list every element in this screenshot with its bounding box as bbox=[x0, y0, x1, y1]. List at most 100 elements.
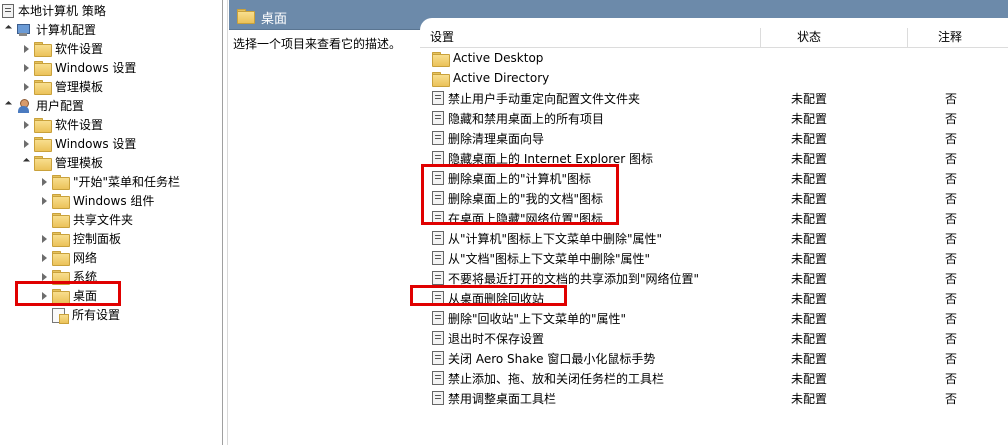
tree-item-desktop[interactable]: 桌面 bbox=[38, 286, 97, 305]
setting-state: 未配置 bbox=[791, 371, 828, 386]
folder-icon bbox=[52, 232, 70, 247]
folder-row[interactable]: Active Directory bbox=[420, 68, 1008, 88]
policy-row[interactable]: 删除"回收站"上下文菜单的"属性" 未配置 否 bbox=[420, 308, 1008, 328]
tree-item-cc-software[interactable]: 软件设置 bbox=[20, 39, 103, 58]
policy-row[interactable]: 从桌面删除回收站 未配置 否 bbox=[420, 288, 1008, 308]
policy-row[interactable]: 禁止用户手动重定向配置文件文件夹 未配置 否 bbox=[420, 88, 1008, 108]
setting-name: 在桌面上隐藏"网络位置"图标 bbox=[448, 211, 604, 226]
tree-label: 共享文件夹 bbox=[73, 213, 134, 227]
tree-label: Windows 设置 bbox=[55, 61, 137, 75]
setting-comment: 否 bbox=[945, 391, 958, 406]
tree-item-uc-windows[interactable]: Windows 设置 bbox=[20, 134, 136, 153]
navigation-tree: 本地计算机 策略 计算机配置 软件设置 Windows 设置 管理模板 用户配置… bbox=[0, 0, 222, 445]
folder-icon bbox=[34, 118, 52, 133]
policy-setting-icon bbox=[432, 91, 444, 105]
description-text: 选择一个项目来查看它的描述。 bbox=[233, 37, 402, 51]
tree-label: 用户配置 bbox=[36, 99, 85, 113]
computer-icon bbox=[16, 23, 32, 37]
policy-row[interactable]: 从"文档"图标上下文菜单中删除"属性" 未配置 否 bbox=[420, 248, 1008, 268]
policy-row[interactable]: 禁止添加、拖、放和关闭任务栏的工具栏 未配置 否 bbox=[420, 368, 1008, 388]
policy-row[interactable]: 不要将最近打开的文档的共享添加到"网络位置" 未配置 否 bbox=[420, 268, 1008, 288]
policy-row[interactable]: 隐藏桌面上的 Internet Explorer 图标 未配置 否 bbox=[420, 148, 1008, 168]
setting-name: 删除桌面上的"我的文档"图标 bbox=[448, 191, 604, 206]
policy-setting-icon bbox=[432, 291, 444, 305]
policy-setting-icon bbox=[432, 251, 444, 265]
column-header-state[interactable]: 状态 bbox=[761, 28, 908, 48]
policy-row[interactable]: 在桌面上隐藏"网络位置"图标 未配置 否 bbox=[420, 208, 1008, 228]
folder-icon bbox=[34, 80, 52, 95]
setting-name: 关闭 Aero Shake 窗口最小化鼠标手势 bbox=[448, 351, 656, 366]
setting-state: 未配置 bbox=[791, 191, 828, 206]
setting-state: 未配置 bbox=[791, 111, 828, 126]
setting-state: 未配置 bbox=[791, 231, 828, 246]
setting-state: 未配置 bbox=[791, 331, 828, 346]
tree-item-windows-components[interactable]: Windows 组件 bbox=[38, 191, 154, 210]
tree-item-control-panel[interactable]: 控制面板 bbox=[38, 229, 121, 248]
collapse-arrow-icon[interactable] bbox=[20, 153, 32, 172]
policy-row[interactable]: 关闭 Aero Shake 窗口最小化鼠标手势 未配置 否 bbox=[420, 348, 1008, 368]
tree-item-all-settings[interactable]: 所有设置 bbox=[38, 305, 120, 324]
policy-row[interactable]: 退出时不保存设置 未配置 否 bbox=[420, 328, 1008, 348]
pane-splitter[interactable] bbox=[222, 0, 228, 445]
policy-setting-icon bbox=[432, 131, 444, 145]
folder-icon bbox=[52, 194, 70, 209]
tree-item-system[interactable]: 系统 bbox=[38, 267, 97, 286]
collapse-arrow-icon[interactable] bbox=[2, 96, 14, 115]
setting-name: 隐藏和禁用桌面上的所有项目 bbox=[448, 111, 605, 126]
expand-arrow-icon[interactable] bbox=[20, 39, 32, 58]
expand-arrow-icon[interactable] bbox=[20, 134, 32, 153]
folder-icon bbox=[432, 71, 450, 87]
policy-row[interactable]: 从"计算机"图标上下文菜单中删除"属性" 未配置 否 bbox=[420, 228, 1008, 248]
folder-row[interactable]: Active Desktop bbox=[420, 48, 1008, 68]
setting-name: 不要将最近打开的文档的共享添加到"网络位置" bbox=[448, 271, 700, 286]
tree-label: 本地计算机 策略 bbox=[18, 4, 106, 18]
tree-item-root[interactable]: 本地计算机 策略 bbox=[2, 1, 106, 20]
setting-name: 禁止用户手动重定向配置文件文件夹 bbox=[448, 91, 641, 106]
expand-arrow-icon[interactable] bbox=[38, 172, 50, 191]
tree-label: 计算机配置 bbox=[36, 23, 97, 37]
setting-comment: 否 bbox=[945, 351, 958, 366]
tree-item-start-menu[interactable]: "开始"菜单和任务栏 bbox=[38, 172, 180, 191]
expand-arrow-icon[interactable] bbox=[20, 77, 32, 96]
setting-name: 从桌面删除回收站 bbox=[448, 291, 545, 306]
policy-row[interactable]: 删除桌面上的"我的文档"图标 未配置 否 bbox=[420, 188, 1008, 208]
folder-icon bbox=[34, 137, 52, 152]
column-header-setting[interactable]: 设置 bbox=[425, 28, 761, 48]
expand-arrow-icon[interactable] bbox=[38, 248, 50, 267]
collapse-arrow-icon[interactable] bbox=[2, 20, 14, 39]
setting-state: 未配置 bbox=[791, 91, 828, 106]
folder-icon bbox=[52, 289, 70, 304]
policy-setting-icon bbox=[432, 191, 444, 205]
folder-icon bbox=[52, 213, 70, 228]
policy-row[interactable]: 删除清理桌面向导 未配置 否 bbox=[420, 128, 1008, 148]
tree-item-shared-folders[interactable]: 共享文件夹 bbox=[38, 210, 133, 229]
setting-name: Active Desktop bbox=[453, 51, 544, 65]
tree-item-network[interactable]: 网络 bbox=[38, 248, 97, 267]
expand-arrow-icon[interactable] bbox=[20, 115, 32, 134]
setting-name: 从"计算机"图标上下文菜单中删除"属性" bbox=[448, 231, 663, 246]
expand-arrow-icon[interactable] bbox=[38, 191, 50, 210]
expand-arrow-icon[interactable] bbox=[38, 229, 50, 248]
expand-arrow-icon[interactable] bbox=[38, 286, 50, 305]
tree-item-cc-windows[interactable]: Windows 设置 bbox=[20, 58, 136, 77]
setting-comment: 否 bbox=[945, 271, 958, 286]
policy-row[interactable]: 隐藏和禁用桌面上的所有项目 未配置 否 bbox=[420, 108, 1008, 128]
tree-item-user-config[interactable]: 用户配置 bbox=[2, 96, 84, 115]
setting-state: 未配置 bbox=[791, 271, 828, 286]
tree-label: 网络 bbox=[73, 251, 98, 265]
tree-item-cc-admin[interactable]: 管理模板 bbox=[20, 77, 103, 96]
tree-item-uc-software[interactable]: 软件设置 bbox=[20, 115, 103, 134]
policy-row[interactable]: 删除桌面上的"计算机"图标 未配置 否 bbox=[420, 168, 1008, 188]
tree-label: 控制面板 bbox=[73, 232, 122, 246]
column-header-comment[interactable]: 注释 bbox=[908, 28, 1008, 48]
folder-icon bbox=[34, 42, 52, 57]
tree-label: 软件设置 bbox=[55, 118, 104, 132]
folder-icon bbox=[52, 251, 70, 266]
expand-arrow-icon[interactable] bbox=[38, 267, 50, 286]
expand-arrow-icon[interactable] bbox=[20, 58, 32, 77]
tree-item-computer-config[interactable]: 计算机配置 bbox=[2, 20, 96, 39]
tree-item-uc-admin[interactable]: 管理模板 bbox=[20, 153, 103, 172]
policy-row[interactable]: 禁用调整桌面工具栏 未配置 否 bbox=[420, 388, 1008, 408]
setting-comment: 否 bbox=[945, 91, 958, 106]
all-settings-icon bbox=[52, 307, 69, 324]
